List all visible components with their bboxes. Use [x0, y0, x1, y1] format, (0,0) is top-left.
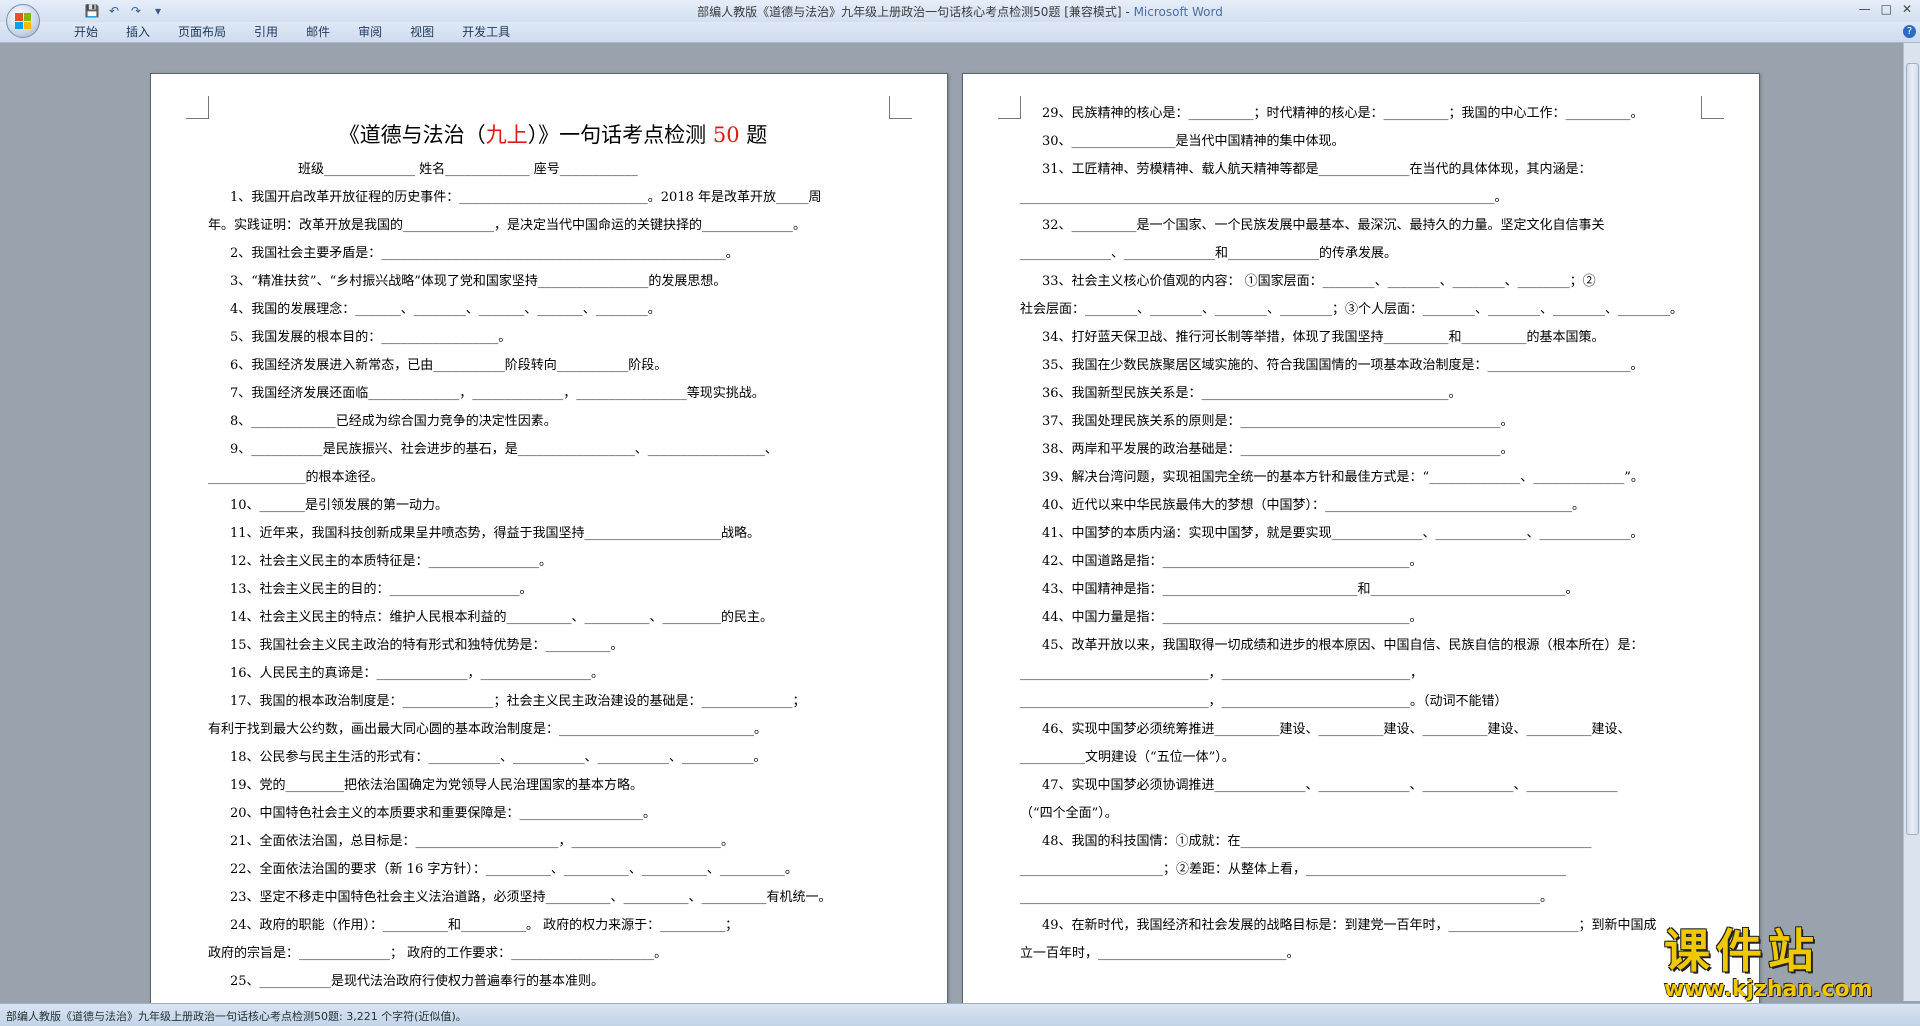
question-line: 有利于找到最大公约数，画出最大同心圆的基本政治制度是：_____________…: [208, 722, 768, 737]
tab-developer[interactable]: 开发工具: [448, 25, 524, 39]
question-line: 7、我国经济发展还面临______________，______________…: [230, 386, 765, 401]
question-line: 40、近代以来中华民族最伟大的梦想（中国梦）：_________________…: [1042, 498, 1586, 513]
question-line: 43、中国精神是指：______________________________…: [1042, 582, 1579, 597]
question-line: _____________________________，__________…: [1020, 666, 1423, 681]
tab-review[interactable]: 审阅: [344, 25, 396, 39]
page-right[interactable]: 29、民族精神的核心是：__________；时代精神的核心是：________…: [962, 73, 1760, 1020]
question-line: 22、全面依法治国的要求（新 16 字方针）：__________、______…: [230, 862, 798, 877]
question-line: 33、社会主义核心价值观的内容： ①国家层面：________、________…: [1042, 274, 1596, 289]
question-line: 48、我国的科技国情：①成就：在________________________…: [1042, 834, 1592, 849]
question-line: 32、__________是一个国家、一个民族发展中最基本、最深沉、最持久的力量…: [1042, 218, 1605, 233]
question-line: 18、公民参与民主生活的形式有：___________、___________、…: [230, 750, 767, 765]
tab-mailings[interactable]: 邮件: [292, 25, 344, 39]
app-name: Microsoft Word: [1133, 5, 1223, 19]
question-line: 46、实现中国梦必须统筹推进__________建设、__________建设、…: [1042, 722, 1631, 737]
maximize-icon[interactable]: □: [1881, 2, 1892, 16]
question-line: 29、民族精神的核心是：__________；时代精神的核心是：________…: [1042, 106, 1644, 121]
tab-page-layout[interactable]: 页面布局: [164, 25, 240, 39]
crop-mark: [998, 96, 1021, 119]
question-line: 14、社会主义民主的特点：维护人民根本利益的__________、_______…: [230, 610, 774, 625]
tab-view[interactable]: 视图: [396, 25, 448, 39]
document-title: 部编人教版《道德与法治》九年级上册政治一句话核心考点检测50题 [兼容模式] -: [697, 5, 1134, 19]
question-line: 9、___________是民族振兴、社会进步的基石，是____________…: [230, 442, 778, 457]
site-watermark: 课件站 www.kjzhan.com: [1664, 925, 1894, 1007]
question-line: _____________________________，__________…: [1020, 694, 1508, 709]
left-question-list: 1、我国开启改革开放征程的历史事件：______________________…: [208, 184, 898, 996]
question-line: 年。实践证明：改革开放是我国的______________，是决定当代中国命运的…: [208, 218, 807, 233]
question-line: 11、近年来，我国科技创新成果呈井喷态势，得益于我国坚持____________…: [230, 526, 761, 541]
crop-mark: [186, 96, 209, 119]
question-line: 47、实现中国梦必须协调推进______________、___________…: [1042, 778, 1618, 793]
question-line: 1、我国开启改革开放征程的历史事件：______________________…: [230, 190, 822, 205]
question-line: 39、解决台湾问题，实现祖国完全统一的基本方针和最佳方式是：“_________…: [1042, 470, 1644, 485]
question-line: 2、我国社会主要矛盾是：____________________________…: [230, 246, 739, 261]
title-bar: 💾 ↶ ↷ ▾ 部编人教版《道德与法治》九年级上册政治一句话核心考点检测50题 …: [0, 0, 1920, 23]
question-line: _______________的根本途径。: [208, 470, 384, 485]
right-question-list: 29、民族精神的核心是：__________；时代精神的核心是：________…: [1020, 100, 1710, 968]
question-line: __________文明建设（“五位一体”）。: [1020, 750, 1235, 765]
window-controls: — □ ✕: [1859, 2, 1912, 16]
question-line: 8、_____________已经成为综合国力竞争的决定性因素。: [230, 414, 557, 429]
window-title: 部编人教版《道德与法治》九年级上册政治一句话核心考点检测50题 [兼容模式] -…: [0, 3, 1920, 20]
question-line: 3、“精准扶贫”、“乡村振兴战略”体现了党和国家坚持______________…: [230, 274, 727, 289]
close-icon[interactable]: ✕: [1902, 2, 1912, 16]
question-line: 34、打好蓝天保卫战、推行河长制等举措，体现了我国坚持__________和__…: [1042, 330, 1605, 345]
question-line: 4、我国的发展理念：_______、________、_______、_____…: [230, 302, 661, 317]
question-line: 15、我国社会主义民主政治的特有形式和独特优势是：__________。: [230, 638, 624, 653]
tab-insert[interactable]: 插入: [112, 25, 164, 39]
tab-references[interactable]: 引用: [240, 25, 292, 39]
question-line: 37、我国处理民族关系的原则是：________________________…: [1042, 414, 1514, 429]
page-left[interactable]: 《道德与法治（九上）》一句话考点检测 50 题 班级______________…: [150, 73, 948, 1020]
question-line: 45、改革开放以来，我国取得一切成绩和进步的根本原因、中国自信、民族自信的根源（…: [1042, 638, 1644, 653]
status-text: 部编人教版《道德与法治》九年级上册政治一句话核心考点检测50题: 3,221 个…: [6, 1010, 467, 1023]
document-heading: 《道德与法治（九上）》一句话考点检测 50 题: [338, 123, 768, 147]
question-line: 政府的宗旨是：______________； 政府的工作要求：_________…: [208, 946, 668, 961]
question-line: 49、在新时代，我国经济和社会发展的战略目标是：到建党一百年时，________…: [1042, 918, 1657, 933]
question-line: 44、中国力量是指：______________________________…: [1042, 610, 1423, 625]
left-page-content: 《道德与法治（九上）》一句话考点检测 50 题 班级______________…: [208, 114, 898, 996]
question-line: 24、政府的职能（作用）：__________和__________。 政府的权…: [230, 918, 739, 933]
minimize-icon[interactable]: —: [1859, 2, 1871, 16]
question-line: 立一百年时，_____________________________。: [1020, 946, 1300, 961]
question-line: 16、人民民主的真谛是：______________，_____________…: [230, 666, 605, 681]
question-line: （“四个全面”）。: [1020, 806, 1118, 821]
question-line: 6、我国经济发展进入新常态，已由___________阶段转向_________…: [230, 358, 668, 373]
question-line: 社会层面：________、________、________、________…: [1020, 302, 1684, 317]
question-line: 20、中国特色社会主义的本质要求和重要保障是：_________________…: [230, 806, 657, 821]
question-line: 30、________________是当代中国精神的集中体现。: [1042, 134, 1345, 149]
question-line: 31、工匠精神、劳模精神、载人航天精神等都是______________在当代的…: [1042, 162, 1592, 177]
question-line: 13、社会主义民主的目的：____________________。: [230, 582, 533, 597]
ribbon-tabs: 开始 插入 页面布局 引用 邮件 审阅 视图 开发工具: [60, 25, 524, 39]
question-line: ______________________；②差距：从整体上看，_______…: [1020, 862, 1567, 877]
question-line: ______________、______________和__________…: [1020, 246, 1398, 261]
question-line: 38、两岸和平发展的政治基础是：________________________…: [1042, 442, 1514, 457]
ribbon: 开始 插入 页面布局 引用 邮件 审阅 视图 开发工具 ?: [0, 22, 1920, 43]
question-line: 25、___________是现代法治政府行使权力普遍奉行的基本准则。: [230, 974, 605, 989]
question-line: 19、党的_________把依法治国确定为党领导人民治理国家的基本方略。: [230, 778, 644, 793]
office-logo-icon: [15, 13, 31, 29]
watermark-cn-text: 课件站: [1664, 924, 1820, 978]
question-line: ________________________________________…: [1020, 190, 1508, 205]
tab-home[interactable]: 开始: [60, 25, 112, 39]
right-page-content: 29、民族精神的核心是：__________；时代精神的核心是：________…: [1020, 100, 1710, 968]
question-line: 41、中国梦的本质内涵：实现中国梦，就是要实现______________、__…: [1042, 526, 1644, 541]
help-icon[interactable]: ?: [1903, 25, 1916, 38]
question-line: 42、中国道路是指：______________________________…: [1042, 554, 1423, 569]
question-line: 21、全面依法治国，总目标是：______________________，__…: [230, 834, 735, 849]
question-line: ________________________________________…: [1020, 890, 1553, 905]
scrollbar-thumb[interactable]: [1906, 63, 1919, 835]
office-button[interactable]: [6, 4, 40, 38]
question-line: 10、_______是引领发展的第一动力。: [230, 498, 449, 513]
watermark-url-text: www.kjzhan.com: [1664, 977, 1873, 1002]
status-bar: 部编人教版《道德与法治》九年级上册政治一句话核心考点检测50题: 3,221 个…: [0, 1003, 1920, 1026]
vertical-scrollbar[interactable]: [1903, 43, 1920, 1001]
question-line: 5、我国发展的根本目的：__________________。: [230, 330, 512, 345]
question-line: 23、坚定不移走中国特色社会主义法治道路，必须坚持__________、____…: [230, 890, 832, 905]
question-line: 36、我国新型民族关系是：___________________________…: [1042, 386, 1462, 401]
question-line: 12、社会主义民主的本质特征是：_________________。: [230, 554, 553, 569]
question-line: 17、我国的根本政治制度是：______________；社会主义民主政治建设的…: [230, 694, 806, 709]
class-name-seat-line: 班级______________ 姓名_____________ 座号_____…: [298, 162, 638, 177]
question-line: 35、我国在少数民族聚居区域实施的、符合我国国情的一项基本政治制度是：_____…: [1042, 358, 1644, 373]
